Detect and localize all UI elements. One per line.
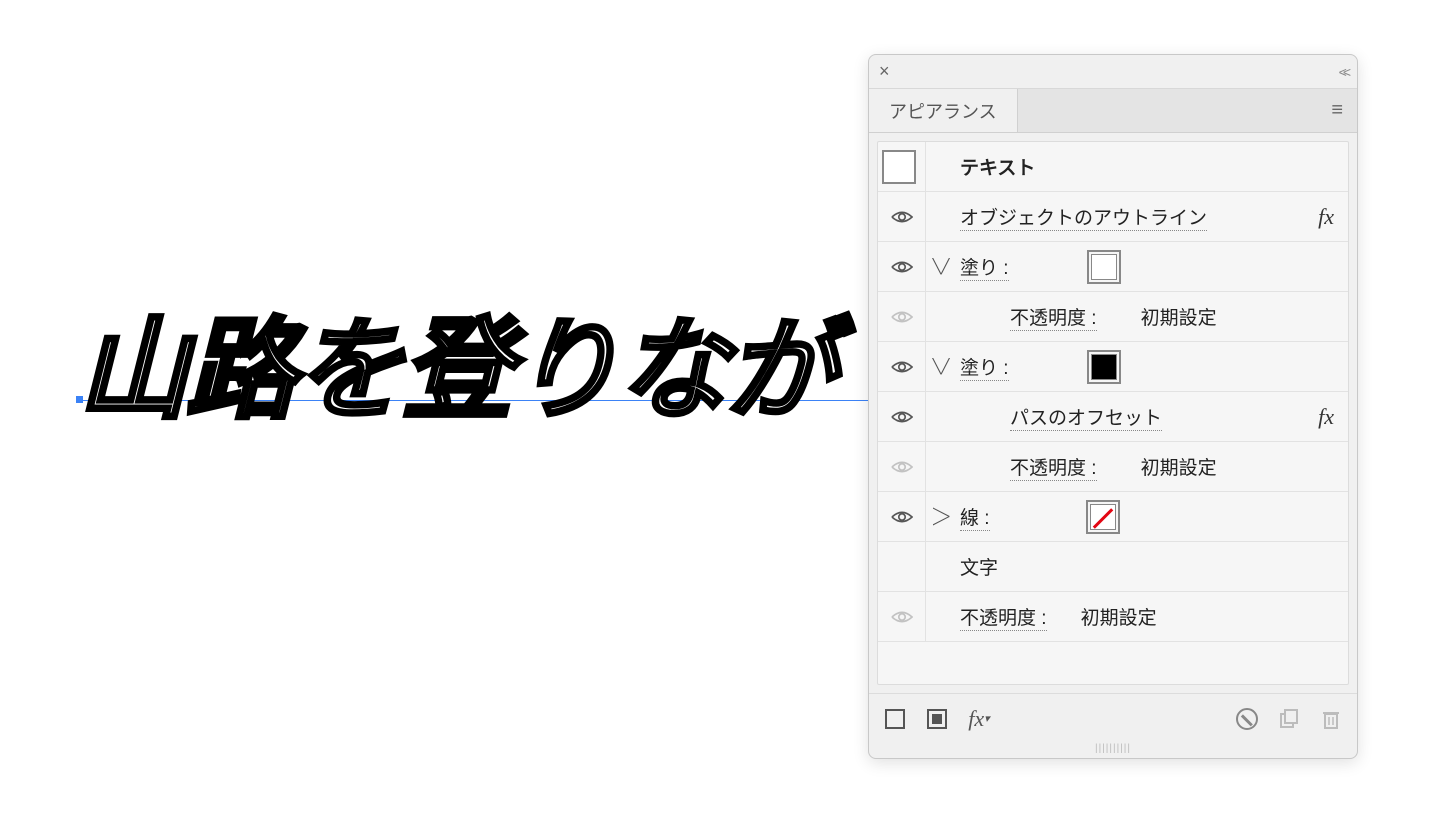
outline-effect-label[interactable]: オブジェクトのアウトライン (960, 208, 1207, 231)
clear-appearance-icon[interactable] (1235, 707, 1259, 731)
opacity-value[interactable]: 初期設定 (1071, 603, 1167, 630)
fill-2-label[interactable]: 塗り : (960, 358, 1009, 381)
visibility-toggle-icon[interactable] (891, 510, 913, 524)
opacity-label[interactable]: 不透明度 : (1010, 458, 1097, 481)
add-fill-icon[interactable] (925, 707, 949, 731)
opacity-label[interactable]: 不透明度 : (960, 608, 1047, 631)
row-fill-1[interactable]: ╲╱ 塗り : (878, 242, 1348, 292)
row-fill-2-opacity[interactable]: 不透明度 : 初期設定 (878, 442, 1348, 492)
opacity-value[interactable]: 初期設定 (1131, 453, 1227, 480)
resize-grip[interactable]: |||||||||| (869, 743, 1357, 758)
row-global-opacity[interactable]: 不透明度 : 初期設定 (878, 592, 1348, 642)
row-empty (878, 642, 1348, 684)
stroke-label[interactable]: 線 : (960, 508, 990, 531)
panel-menu-icon[interactable]: ≡ (1317, 99, 1357, 122)
fill-1-swatch[interactable] (1087, 250, 1121, 284)
appearance-rows: テキスト オブジェクトのアウトライン fx (877, 141, 1349, 685)
tab-appearance[interactable]: アピアランス (869, 89, 1018, 132)
fill-2-swatch[interactable] (1087, 350, 1121, 384)
add-stroke-icon[interactable] (883, 707, 907, 731)
chevron-down-icon[interactable]: ╲╱ (933, 358, 950, 375)
panel-tabs: アピアランス ≡ (869, 89, 1357, 133)
fx-icon[interactable]: fx (1304, 204, 1348, 230)
collapse-icon[interactable]: << (1339, 64, 1347, 80)
opacity-label[interactable]: 不透明度 : (1010, 308, 1097, 331)
panel-footer: fx▾ (869, 693, 1357, 743)
row-stroke[interactable]: ╲╱ 線 : (878, 492, 1348, 542)
row-offset-path[interactable]: パスのオフセット fx (878, 392, 1348, 442)
fill-1-label[interactable]: 塗り : (960, 258, 1009, 281)
visibility-toggle-icon[interactable] (891, 310, 913, 324)
selection-thumbnail (882, 150, 916, 184)
canvas-text-object[interactable]: 山路を登りなが (78, 280, 834, 440)
visibility-toggle-icon[interactable] (891, 210, 913, 224)
trash-icon[interactable] (1319, 707, 1343, 731)
visibility-toggle-icon[interactable] (891, 360, 913, 374)
fx-icon[interactable]: fx (1304, 404, 1348, 430)
offset-path-label[interactable]: パスのオフセット (1010, 408, 1162, 431)
visibility-toggle-icon[interactable] (891, 610, 913, 624)
chevron-right-icon[interactable]: ╲╱ (932, 508, 949, 525)
row-fill-1-opacity[interactable]: 不透明度 : 初期設定 (878, 292, 1348, 342)
row-fill-2[interactable]: ╲╱ 塗り : (878, 342, 1348, 392)
stroke-swatch[interactable] (1086, 500, 1120, 534)
opacity-value[interactable]: 初期設定 (1131, 303, 1227, 330)
add-effect-icon[interactable]: fx▾ (967, 707, 991, 731)
appearance-panel: × << アピアランス ≡ テキスト (868, 54, 1358, 759)
row-outline-effect[interactable]: オブジェクトのアウトライン fx (878, 192, 1348, 242)
panel-titlebar[interactable]: × << (869, 55, 1357, 89)
visibility-toggle-icon[interactable] (891, 260, 913, 274)
close-icon[interactable]: × (879, 61, 890, 82)
character-label: 文字 (956, 553, 1002, 580)
text-header-label: テキスト (956, 153, 1039, 180)
visibility-toggle-icon[interactable] (891, 410, 913, 424)
chevron-down-icon[interactable]: ╲╱ (933, 258, 950, 275)
visibility-toggle-icon[interactable] (891, 460, 913, 474)
row-character[interactable]: 文字 (878, 542, 1348, 592)
duplicate-icon[interactable] (1277, 707, 1301, 731)
row-text-header[interactable]: テキスト (878, 142, 1348, 192)
